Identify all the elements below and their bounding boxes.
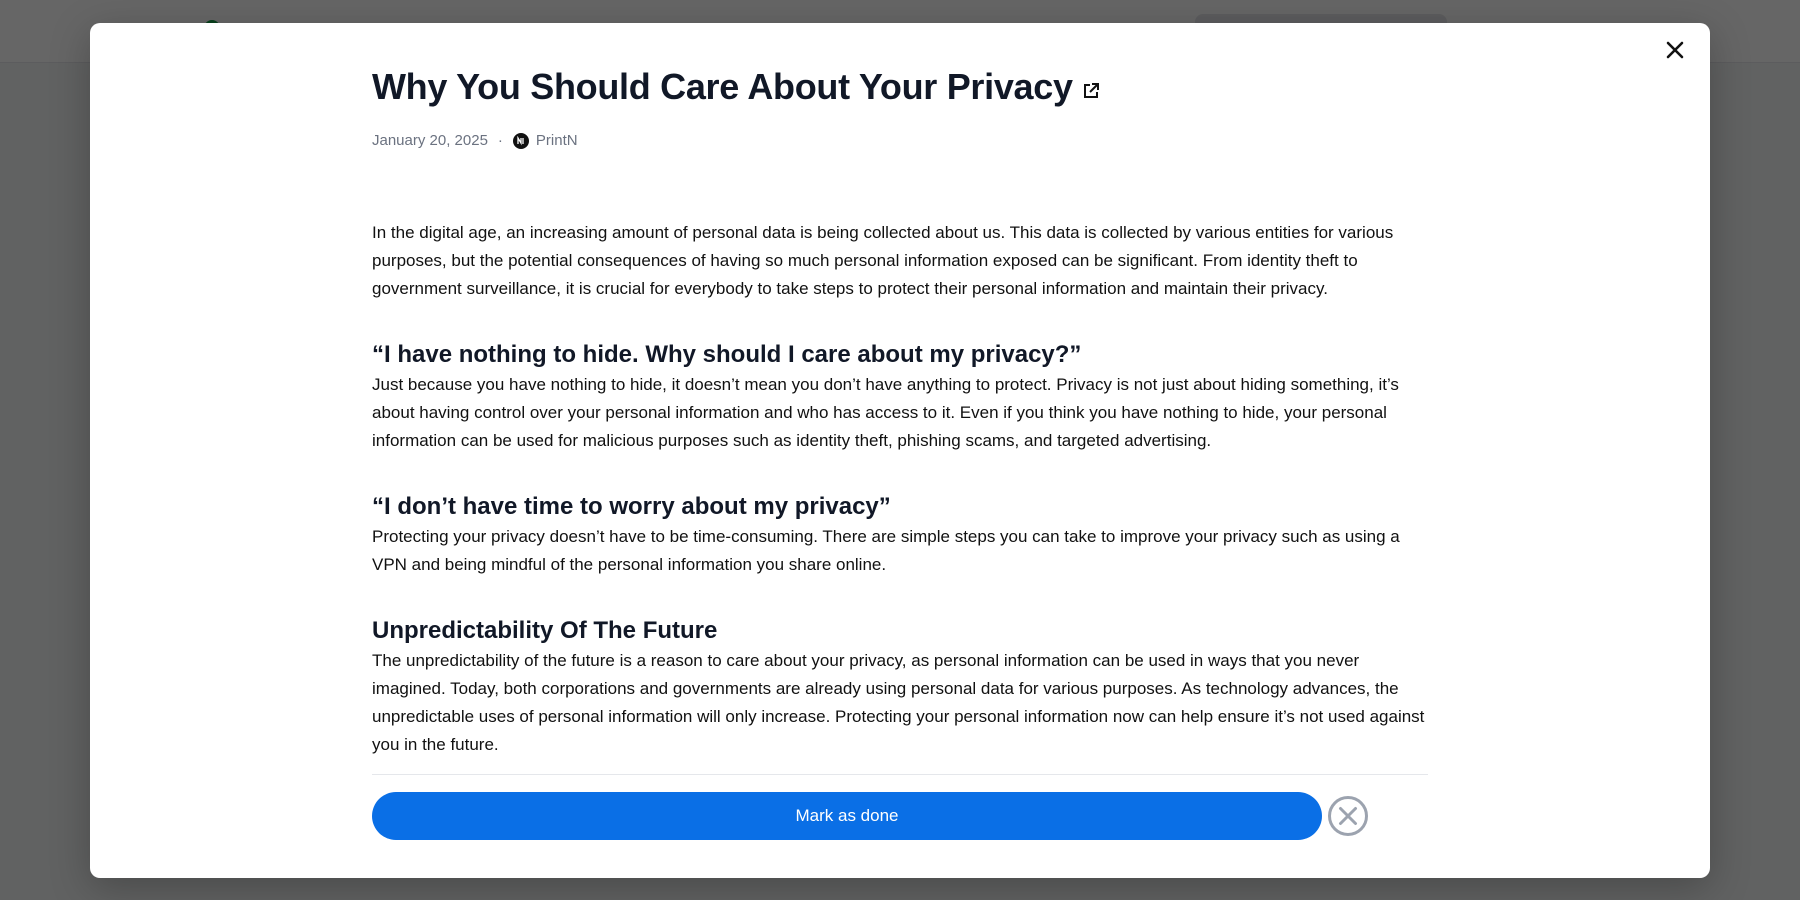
dismiss-button[interactable] xyxy=(1326,794,1370,838)
mark-as-done-button[interactable]: Mark as done xyxy=(372,792,1322,840)
footer-divider xyxy=(372,774,1428,775)
section-paragraph: Protecting your privacy doesn’t have to … xyxy=(372,527,1400,575)
intro-paragraph: In the digital age, an increasing amount… xyxy=(372,223,1394,299)
article-content: Why You Should Care About Your Privacy J… xyxy=(372,65,1428,759)
footer-actions: Mark as done xyxy=(372,792,1370,840)
section-heading: Unpredictability Of The Future xyxy=(372,617,718,645)
section-paragraph: The unpredictability of the future is a … xyxy=(372,651,1425,755)
section-heading: “I have nothing to hide. Why should I ca… xyxy=(372,341,1082,369)
section-paragraph: Just because you have nothing to hide, i… xyxy=(372,375,1399,451)
external-link-button[interactable] xyxy=(1081,81,1101,101)
article-source[interactable]: PrintN xyxy=(536,132,578,149)
article-modal: Why You Should Care About Your Privacy J… xyxy=(90,23,1710,878)
source-logo-icon xyxy=(512,132,529,149)
title-row: Why You Should Care About Your Privacy xyxy=(372,65,1428,108)
article-body: In the digital age, an increasing amount… xyxy=(372,219,1428,759)
article-date: January 20, 2025 xyxy=(372,132,488,150)
close-button[interactable] xyxy=(1662,37,1688,63)
close-icon xyxy=(1666,41,1684,59)
meta-separator: · xyxy=(497,132,503,150)
circle-x-icon xyxy=(1328,796,1368,836)
section-heading: “I don’t have time to worry about my pri… xyxy=(372,493,891,521)
external-link-icon xyxy=(1083,82,1099,98)
article-meta: January 20, 2025 · PrintN xyxy=(372,132,1428,149)
article-title: Why You Should Care About Your Privacy xyxy=(372,66,1073,107)
